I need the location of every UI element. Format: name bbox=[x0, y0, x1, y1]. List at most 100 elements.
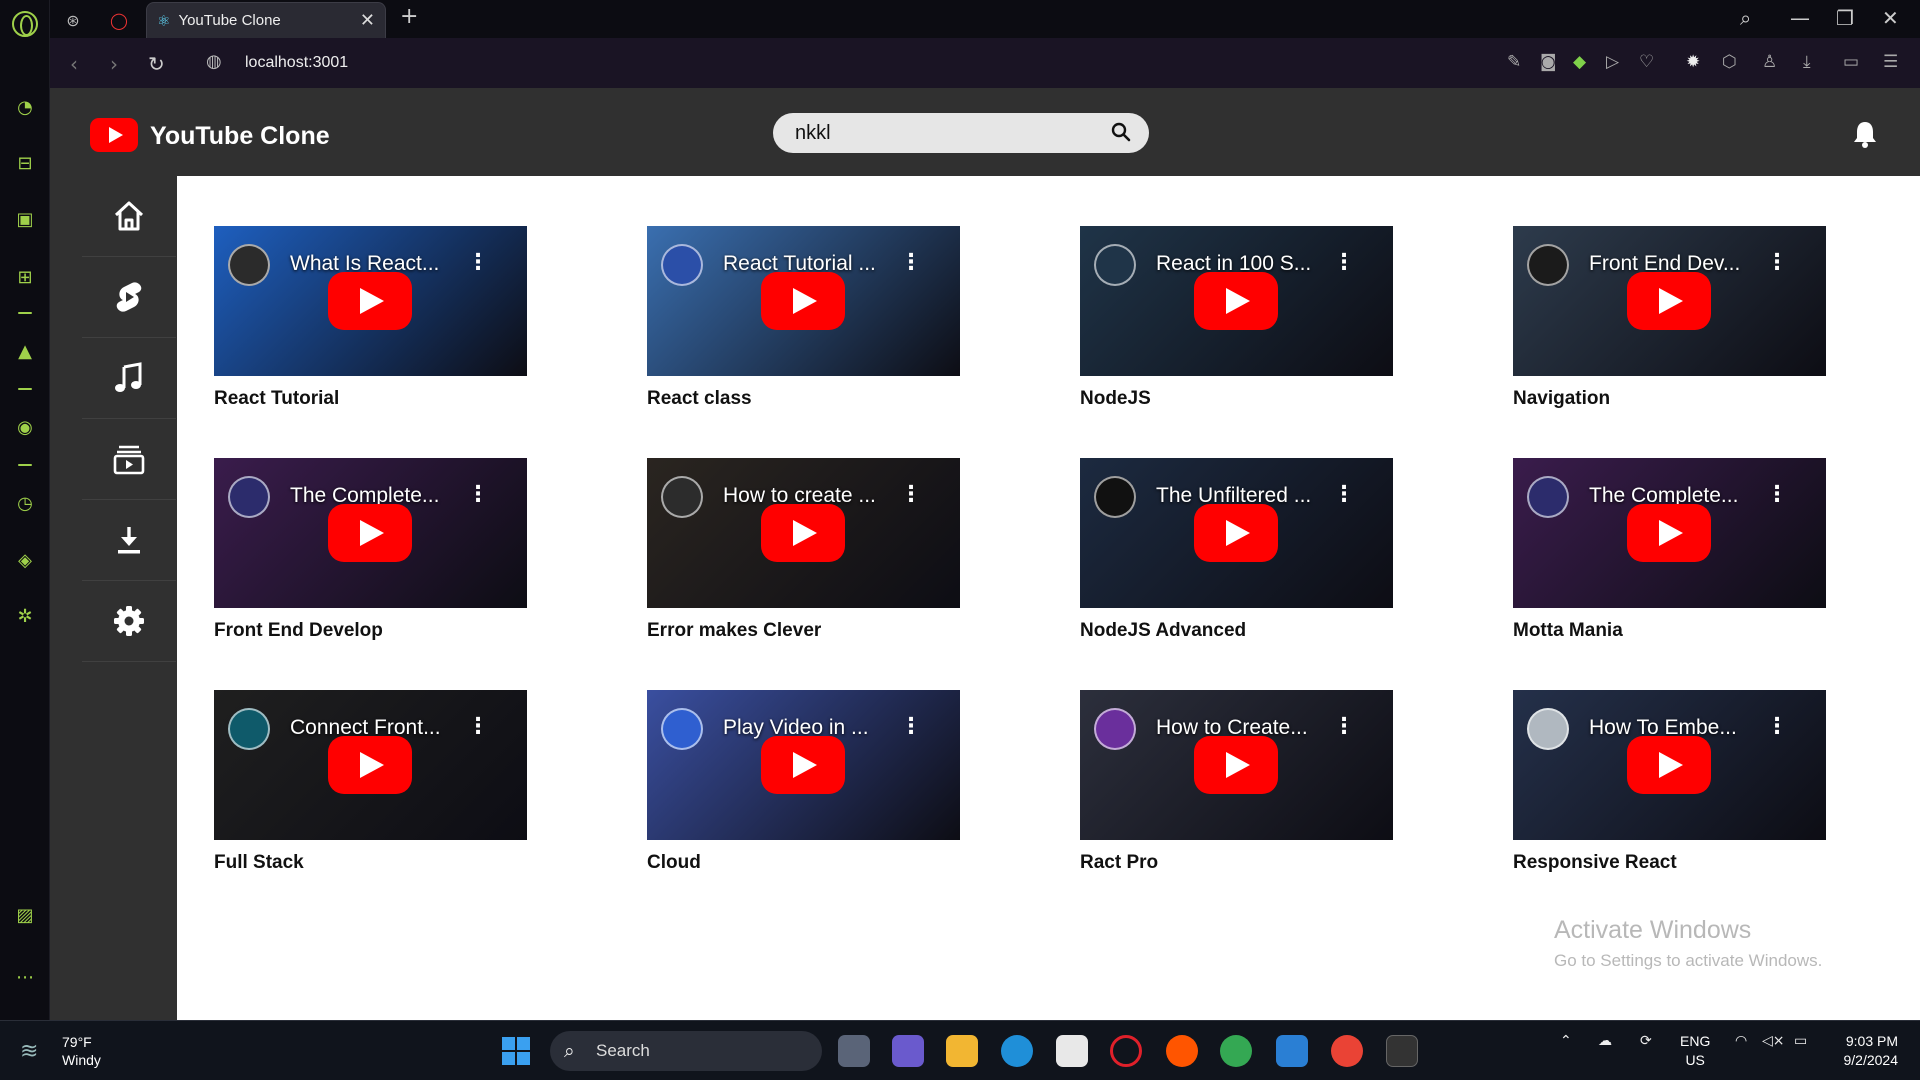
opera-logo-icon[interactable] bbox=[12, 11, 38, 37]
sidebar-item-shorts[interactable] bbox=[82, 257, 176, 338]
channel-avatar[interactable] bbox=[1527, 476, 1569, 518]
gamepad-icon[interactable]: ⊛ bbox=[62, 9, 84, 31]
back-icon[interactable]: ‹ bbox=[70, 52, 78, 76]
more-options-icon[interactable]: ⋮ bbox=[1333, 482, 1355, 507]
video-title[interactable]: Responsive React bbox=[1513, 852, 1826, 874]
video-card[interactable]: How To Embe... ⋮ Responsive React bbox=[1513, 690, 1826, 874]
more-options-icon[interactable]: ⋮ bbox=[900, 714, 922, 739]
more-options-icon[interactable]: ⋮ bbox=[900, 482, 922, 507]
play-button-icon[interactable] bbox=[761, 736, 845, 794]
soundcloud-icon[interactable] bbox=[1166, 1035, 1198, 1067]
battery-saver-icon[interactable]: ▭ bbox=[1843, 52, 1859, 72]
profile-icon[interactable]: ♙ bbox=[1762, 52, 1777, 72]
task-view-icon[interactable] bbox=[838, 1035, 870, 1067]
video-thumbnail[interactable]: The Unfiltered ... ⋮ bbox=[1080, 458, 1393, 608]
extensions-icon[interactable]: ⊞ bbox=[12, 264, 38, 290]
chrome-icon[interactable] bbox=[1220, 1035, 1252, 1067]
video-title[interactable]: Navigation bbox=[1513, 388, 1826, 410]
sidebar-item-home[interactable] bbox=[82, 176, 176, 257]
video-card[interactable]: How to Create... ⋮ Ract Pro bbox=[1080, 690, 1393, 874]
video-thumbnail[interactable]: Play Video in ... ⋮ bbox=[647, 690, 960, 840]
video-card[interactable]: How to create ... ⋮ Error makes Clever bbox=[647, 458, 960, 642]
more-options-icon[interactable]: ⋮ bbox=[1333, 714, 1355, 739]
video-title[interactable]: Ract Pro bbox=[1080, 852, 1393, 874]
channel-avatar[interactable] bbox=[661, 708, 703, 750]
sidebar-item-settings[interactable] bbox=[82, 581, 176, 662]
search-input[interactable] bbox=[795, 121, 1095, 145]
video-card[interactable]: Front End Dev... ⋮ Navigation bbox=[1513, 226, 1826, 410]
play-button-icon[interactable] bbox=[328, 272, 412, 330]
play-button-icon[interactable] bbox=[1194, 272, 1278, 330]
start-button[interactable] bbox=[502, 1037, 530, 1065]
channel-avatar[interactable] bbox=[1527, 244, 1569, 286]
player-icon[interactable]: ◉ bbox=[12, 414, 38, 440]
box-icon[interactable]: ⬡ bbox=[1722, 52, 1737, 72]
channel-avatar[interactable] bbox=[661, 244, 703, 286]
video-thumbnail[interactable]: How to create ... ⋮ bbox=[647, 458, 960, 608]
video-card[interactable]: React Tutorial ... ⋮ React class bbox=[647, 226, 960, 410]
reload-icon[interactable]: ↻ bbox=[148, 52, 165, 76]
video-card[interactable]: The Complete... ⋮ Front End Develop bbox=[214, 458, 527, 642]
shopping-icon[interactable]: ⊟ bbox=[12, 150, 38, 176]
chrome-profile-icon[interactable] bbox=[1331, 1035, 1363, 1067]
youtube-logo-icon[interactable] bbox=[90, 118, 138, 152]
show-hidden-icon[interactable]: ⌃ bbox=[1560, 1033, 1572, 1049]
video-title[interactable]: Front End Develop bbox=[214, 620, 527, 642]
video-thumbnail[interactable]: How To Embe... ⋮ bbox=[1513, 690, 1826, 840]
opera-taskbar-icon[interactable] bbox=[1110, 1035, 1142, 1067]
video-thumbnail[interactable]: React Tutorial ... ⋮ bbox=[647, 226, 960, 376]
play-button-icon[interactable] bbox=[1194, 736, 1278, 794]
video-thumbnail[interactable]: Connect Front... ⋮ bbox=[214, 690, 527, 840]
taskbar-search[interactable]: ⌕ Search bbox=[550, 1031, 822, 1071]
channel-avatar[interactable] bbox=[661, 476, 703, 518]
sidebar-item-downloads[interactable] bbox=[82, 500, 176, 581]
video-title[interactable]: React class bbox=[647, 388, 960, 410]
forward-icon[interactable]: › bbox=[110, 52, 118, 76]
edit-icon[interactable]: ✎ bbox=[1507, 52, 1521, 72]
terminal-icon[interactable] bbox=[1386, 1035, 1418, 1067]
close-window-icon[interactable]: ✕ bbox=[1882, 6, 1899, 30]
language-indicator[interactable]: ENG US bbox=[1680, 1032, 1710, 1070]
channel-avatar[interactable] bbox=[228, 244, 270, 286]
send-icon[interactable]: ▷ bbox=[1606, 52, 1619, 72]
more-options-icon[interactable]: ⋮ bbox=[1766, 482, 1788, 507]
history-icon[interactable]: ◷ bbox=[12, 490, 38, 516]
more-options-icon[interactable]: ⋮ bbox=[900, 250, 922, 275]
edge-icon[interactable] bbox=[1001, 1035, 1033, 1067]
aria-icon[interactable]: ▲ bbox=[12, 338, 38, 364]
more-options-icon[interactable]: ⋮ bbox=[467, 482, 489, 507]
speed-dial-icon[interactable]: ◔ bbox=[12, 94, 38, 120]
more-options-icon[interactable]: ⋮ bbox=[467, 250, 489, 275]
cube-icon[interactable]: ◈ bbox=[12, 547, 38, 573]
channel-avatar[interactable] bbox=[1094, 244, 1136, 286]
sidebar-item-subscriptions[interactable] bbox=[82, 419, 176, 500]
more-options-icon[interactable]: ⋮ bbox=[1333, 250, 1355, 275]
video-title[interactable]: Full Stack bbox=[214, 852, 527, 874]
search-tabs-icon[interactable]: ⌕ bbox=[1740, 6, 1751, 30]
channel-avatar[interactable] bbox=[1094, 476, 1136, 518]
clock[interactable]: 9:03 PM 9/2/2024 bbox=[1844, 1032, 1899, 1070]
video-thumbnail[interactable]: The Complete... ⋮ bbox=[1513, 458, 1826, 608]
play-button-icon[interactable] bbox=[1627, 272, 1711, 330]
app-title[interactable]: YouTube Clone bbox=[150, 122, 330, 151]
shield-icon[interactable]: ◆ bbox=[1573, 52, 1586, 72]
video-card[interactable]: The Unfiltered ... ⋮ NodeJS Advanced bbox=[1080, 458, 1393, 642]
play-button-icon[interactable] bbox=[761, 272, 845, 330]
easy-setup-icon[interactable]: ☰ bbox=[1883, 52, 1898, 72]
video-card[interactable]: What Is React... ⋮ React Tutorial bbox=[214, 226, 527, 410]
new-tab-icon[interactable]: + bbox=[400, 4, 418, 29]
minimize-icon[interactable]: — bbox=[1790, 6, 1810, 30]
channel-avatar[interactable] bbox=[1094, 708, 1136, 750]
more-icon[interactable]: ⋯ bbox=[12, 964, 38, 990]
play-button-icon[interactable] bbox=[328, 736, 412, 794]
volume-muted-icon[interactable]: ◁× bbox=[1762, 1033, 1785, 1049]
video-title[interactable]: NodeJS bbox=[1080, 388, 1393, 410]
video-card[interactable]: The Complete... ⋮ Motta Mania bbox=[1513, 458, 1826, 642]
video-thumbnail[interactable]: React in 100 S... ⋮ bbox=[1080, 226, 1393, 376]
close-tab-icon[interactable]: ✕ bbox=[360, 10, 375, 31]
store-icon[interactable] bbox=[1056, 1035, 1088, 1067]
video-thumbnail[interactable]: The Complete... ⋮ bbox=[214, 458, 527, 608]
heart-icon[interactable]: ♡ bbox=[1639, 52, 1654, 72]
vscode-icon[interactable] bbox=[1276, 1035, 1308, 1067]
wifi-icon[interactable]: ◠ bbox=[1735, 1033, 1747, 1049]
